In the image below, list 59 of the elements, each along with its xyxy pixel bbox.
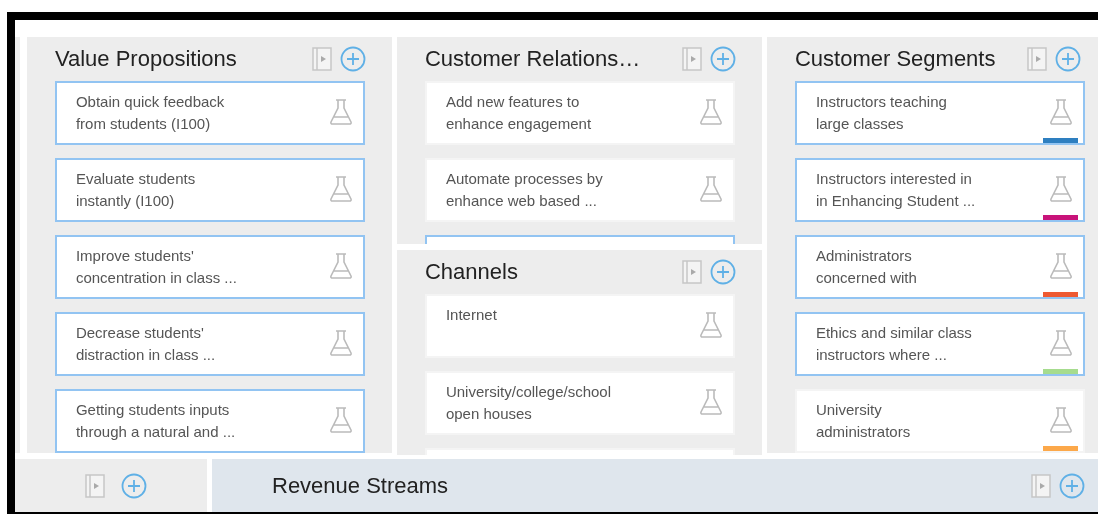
flask-icon (328, 329, 353, 357)
flask-icon (328, 252, 353, 280)
note-card[interactable]: Add new features to enhance engagement (424, 81, 735, 145)
play-icon[interactable] (1026, 47, 1047, 71)
flask-icon (698, 175, 723, 203)
flask-icon (328, 98, 353, 126)
play-icon[interactable] (311, 47, 332, 71)
note-card[interactable]: Ethics and similar class instructors where ... (794, 312, 1085, 376)
card-text: Improve students' concentration in class ... (75, 246, 238, 288)
flask-icon (1048, 406, 1073, 434)
add-icon[interactable] (1059, 472, 1085, 499)
note-card[interactable]: University administrators (794, 389, 1085, 453)
note-card[interactable]: Decrease students' distraction in class ... (54, 312, 365, 376)
add-icon[interactable] (121, 472, 147, 499)
flask-icon (1048, 98, 1073, 126)
card-text: University/college/school open houses (445, 382, 612, 424)
add-icon[interactable] (709, 46, 736, 72)
flask-icon (1048, 252, 1073, 280)
note-card[interactable]: Getting students inputs through a natural and ... (54, 389, 365, 453)
card-text: Instructors teaching large classes (815, 92, 948, 134)
flask-icon (1048, 329, 1073, 357)
add-icon[interactable] (339, 46, 366, 72)
note-card[interactable]: Improve students' concentration in class ... (54, 235, 365, 299)
play-icon[interactable] (1031, 473, 1051, 498)
note-card[interactable]: Administrators concerned with (794, 235, 1085, 299)
note-card[interactable]: Obtain quick feedback from students (I100) (54, 81, 365, 145)
play-icon[interactable] (681, 260, 702, 284)
flask-icon (1048, 175, 1073, 203)
flask-icon (698, 98, 723, 126)
note-card[interactable]: Evaluate students instantly (I100) (54, 158, 365, 222)
panel-title: Customer Segments (794, 46, 997, 72)
note-card[interactable]: University/college/school open houses (424, 371, 735, 435)
note-card[interactable]: Instructors teaching large classes (794, 81, 1085, 145)
add-icon[interactable] (709, 259, 736, 285)
flask-icon (698, 311, 723, 339)
card-text: Internet (445, 305, 498, 325)
add-icon[interactable] (1054, 46, 1081, 72)
play-icon[interactable] (85, 473, 105, 498)
note-card[interactable]: Automate processes by enhance web based ... (424, 158, 735, 222)
card-text: Decrease students' distraction in class ... (75, 323, 217, 365)
card-text: Evaluate students instantly (I100) (75, 169, 197, 211)
card-text: Instructors interested in in Enhancing Student ... (815, 169, 977, 211)
card-text: Getting students inputs through a natural and ... (75, 400, 237, 442)
panel-title: Customer Relations… (424, 46, 642, 72)
panel-title: Value Propositions (54, 46, 238, 72)
card-text: University administrators (815, 400, 912, 442)
flask-icon (328, 175, 353, 203)
flask-icon (328, 406, 353, 434)
panel-title: Revenue Streams (272, 472, 450, 499)
panel-title: Channels (424, 259, 519, 285)
card-text: Add new features to enhance engagement (445, 92, 593, 134)
note-card[interactable]: Internet (424, 294, 735, 358)
card-text: Administrators concerned with (815, 246, 918, 288)
flask-icon (698, 388, 723, 416)
play-icon[interactable] (681, 47, 702, 71)
card-text: Automate processes by enhance web based ... (445, 169, 604, 211)
card-text: Ethics and similar class instructors where ... (815, 323, 973, 365)
card-text: Obtain quick feedback from students (I100) (75, 92, 226, 134)
note-card[interactable]: Instructors interested in in Enhancing Student ... (794, 158, 1085, 222)
